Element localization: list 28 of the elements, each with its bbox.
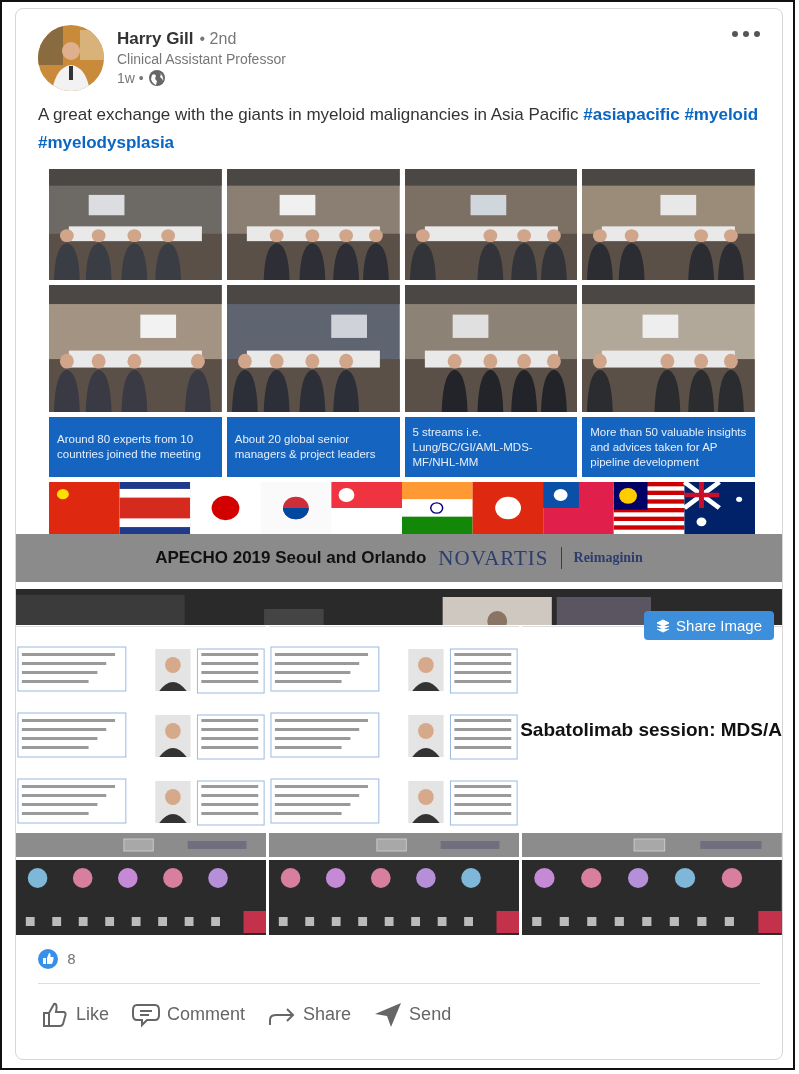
like-button[interactable]: Like [36,998,114,1030]
info-box: More than 50 valuable insights and advices taken for AP pipeline development [582,417,755,477]
brand-name: NOVARTIS [438,545,549,571]
info-box: Around 80 experts from 10 countries joined the meeting [49,417,222,477]
paper-plane-icon [373,1000,404,1028]
info-box: About 20 global senior managers & project leaders [226,417,400,477]
globe-icon [147,69,166,87]
comment-button[interactable]: Comment [127,998,250,1030]
post-text: A great exchange with the giants in myeloid malignancies in Asia Pacific #asiapacific #myeloid #myelodysplasia [38,104,760,154]
hashtag-link[interactable]: #asiapacific [583,105,680,124]
slide-title: Sabatolimab session: MDS/A [520,719,782,741]
share-button[interactable]: Share [263,998,356,1030]
hashtag-link[interactable]: #myeloid [684,105,759,124]
more-options-icon[interactable] [730,29,762,39]
info-box: 5 streams i.e. Lung/BC/GI/AML-MDS-MF/NHL-MM [404,417,578,477]
hashtag-link[interactable]: #myelodysplasia [38,133,175,152]
layers-icon [656,618,671,633]
send-button[interactable]: Send [369,998,456,1030]
connection-degree: • 2nd [199,30,237,48]
post-time: 1w • [117,70,144,86]
reaction-count[interactable]: 8 [67,951,76,967]
brand-tagline: Reimaginin [573,550,643,566]
author-headline: Clinical Assistant Professor [117,51,286,67]
banner-title: APECHO 2019 Seoul and Orlando [155,548,427,568]
thumbs-up-icon [40,1000,70,1028]
like-badge-icon [38,949,58,969]
share-image-button[interactable]: Share Image [644,611,774,640]
author-name[interactable]: Harry Gill [117,29,194,49]
